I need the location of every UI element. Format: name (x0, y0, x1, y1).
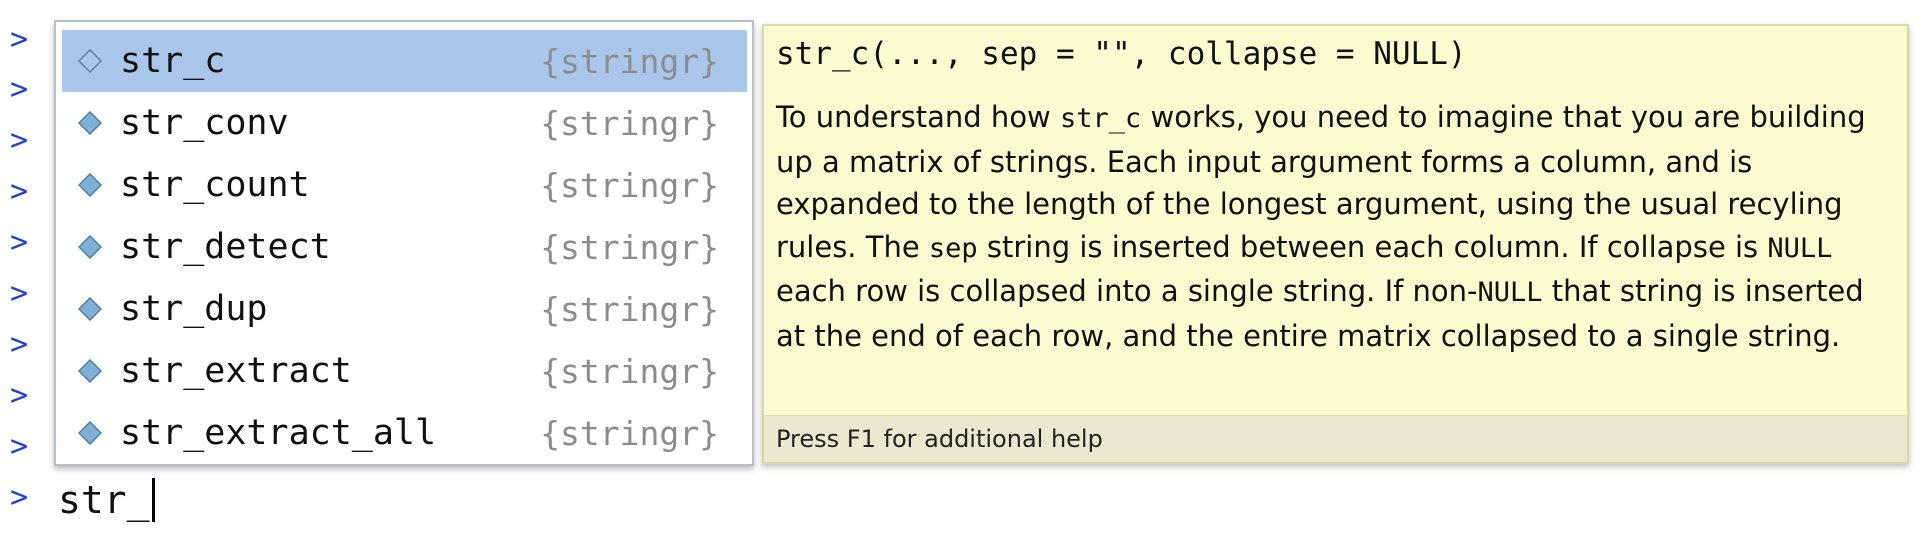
help-tooltip: str_c(..., sep = "", collapse = NULL) To… (762, 24, 1909, 464)
text-cursor (151, 477, 155, 522)
help-inline-code: sep (928, 232, 978, 264)
completion-item[interactable]: str_conv {stringr} (62, 92, 747, 154)
completion-item[interactable]: str_detect {stringr} (62, 216, 747, 278)
completion-item[interactable]: str_extract_all {stringr} (62, 402, 747, 464)
console-prompt: > (10, 123, 29, 158)
completion-item-name: str_conv (120, 103, 289, 143)
completion-item-package: {stringr} (540, 41, 719, 81)
function-icon (78, 173, 102, 197)
console-prompt: > (10, 429, 29, 464)
console-prompt: > (10, 378, 29, 413)
console-prompt: > (10, 276, 29, 311)
help-text-segment: string is inserted between each column. … (977, 229, 1768, 264)
help-footer-text: Press F1 for additional help (776, 425, 1103, 453)
completion-item-package: {stringr} (540, 103, 719, 143)
function-icon (78, 297, 102, 321)
function-icon (78, 49, 102, 73)
completion-item-name: str_detect (120, 227, 331, 267)
completion-item-name: str_extract (120, 351, 352, 391)
help-inline-code: NULL (1767, 232, 1833, 264)
completion-item-name: str_dup (120, 289, 268, 329)
completion-item-package: {stringr} (540, 227, 719, 267)
completion-item[interactable]: str_extract {stringr} (62, 340, 747, 402)
console-prompt: > (10, 174, 29, 209)
console-prompt: > (10, 225, 29, 260)
console-prompt: > (10, 22, 29, 57)
completion-item-package: {stringr} (540, 351, 719, 391)
help-description: To understand how str_c works, you need … (776, 96, 1891, 357)
completion-item-name: str_count (120, 165, 310, 205)
completion-item-name: str_extract_all (120, 413, 437, 453)
console-input-text: str_ (58, 478, 150, 522)
completion-list[interactable]: str_c {stringr} str_conv {stringr} str_count… (54, 20, 754, 466)
console-prompt: > (10, 327, 29, 362)
completion-item[interactable]: str_c {stringr} (62, 30, 747, 92)
console-prompt: > (10, 480, 29, 515)
function-icon (78, 421, 102, 445)
function-icon (78, 111, 102, 135)
console-prompt: > (10, 72, 29, 107)
function-signature: str_c(..., sep = "", collapse = NULL) (776, 36, 1467, 72)
function-icon (78, 235, 102, 259)
completion-item-package: {stringr} (540, 165, 719, 205)
help-text-segment: To understand how (776, 100, 1060, 134)
help-inline-code: NULL (1477, 277, 1543, 308)
help-footer: Press F1 for additional help (764, 415, 1907, 462)
completion-item-package: {stringr} (540, 413, 719, 453)
completion-item-package: {stringr} (540, 289, 719, 329)
function-icon (78, 359, 102, 383)
help-inline-code: str_c (1060, 103, 1142, 134)
help-text-segment: each row is collapsed into a single stri… (776, 274, 1478, 308)
completion-item[interactable]: str_count {stringr} (62, 154, 747, 216)
console-input[interactable]: str_ (58, 475, 155, 525)
completion-item-name: str_c (120, 41, 226, 81)
completion-item[interactable]: str_dup {stringr} (62, 278, 747, 340)
